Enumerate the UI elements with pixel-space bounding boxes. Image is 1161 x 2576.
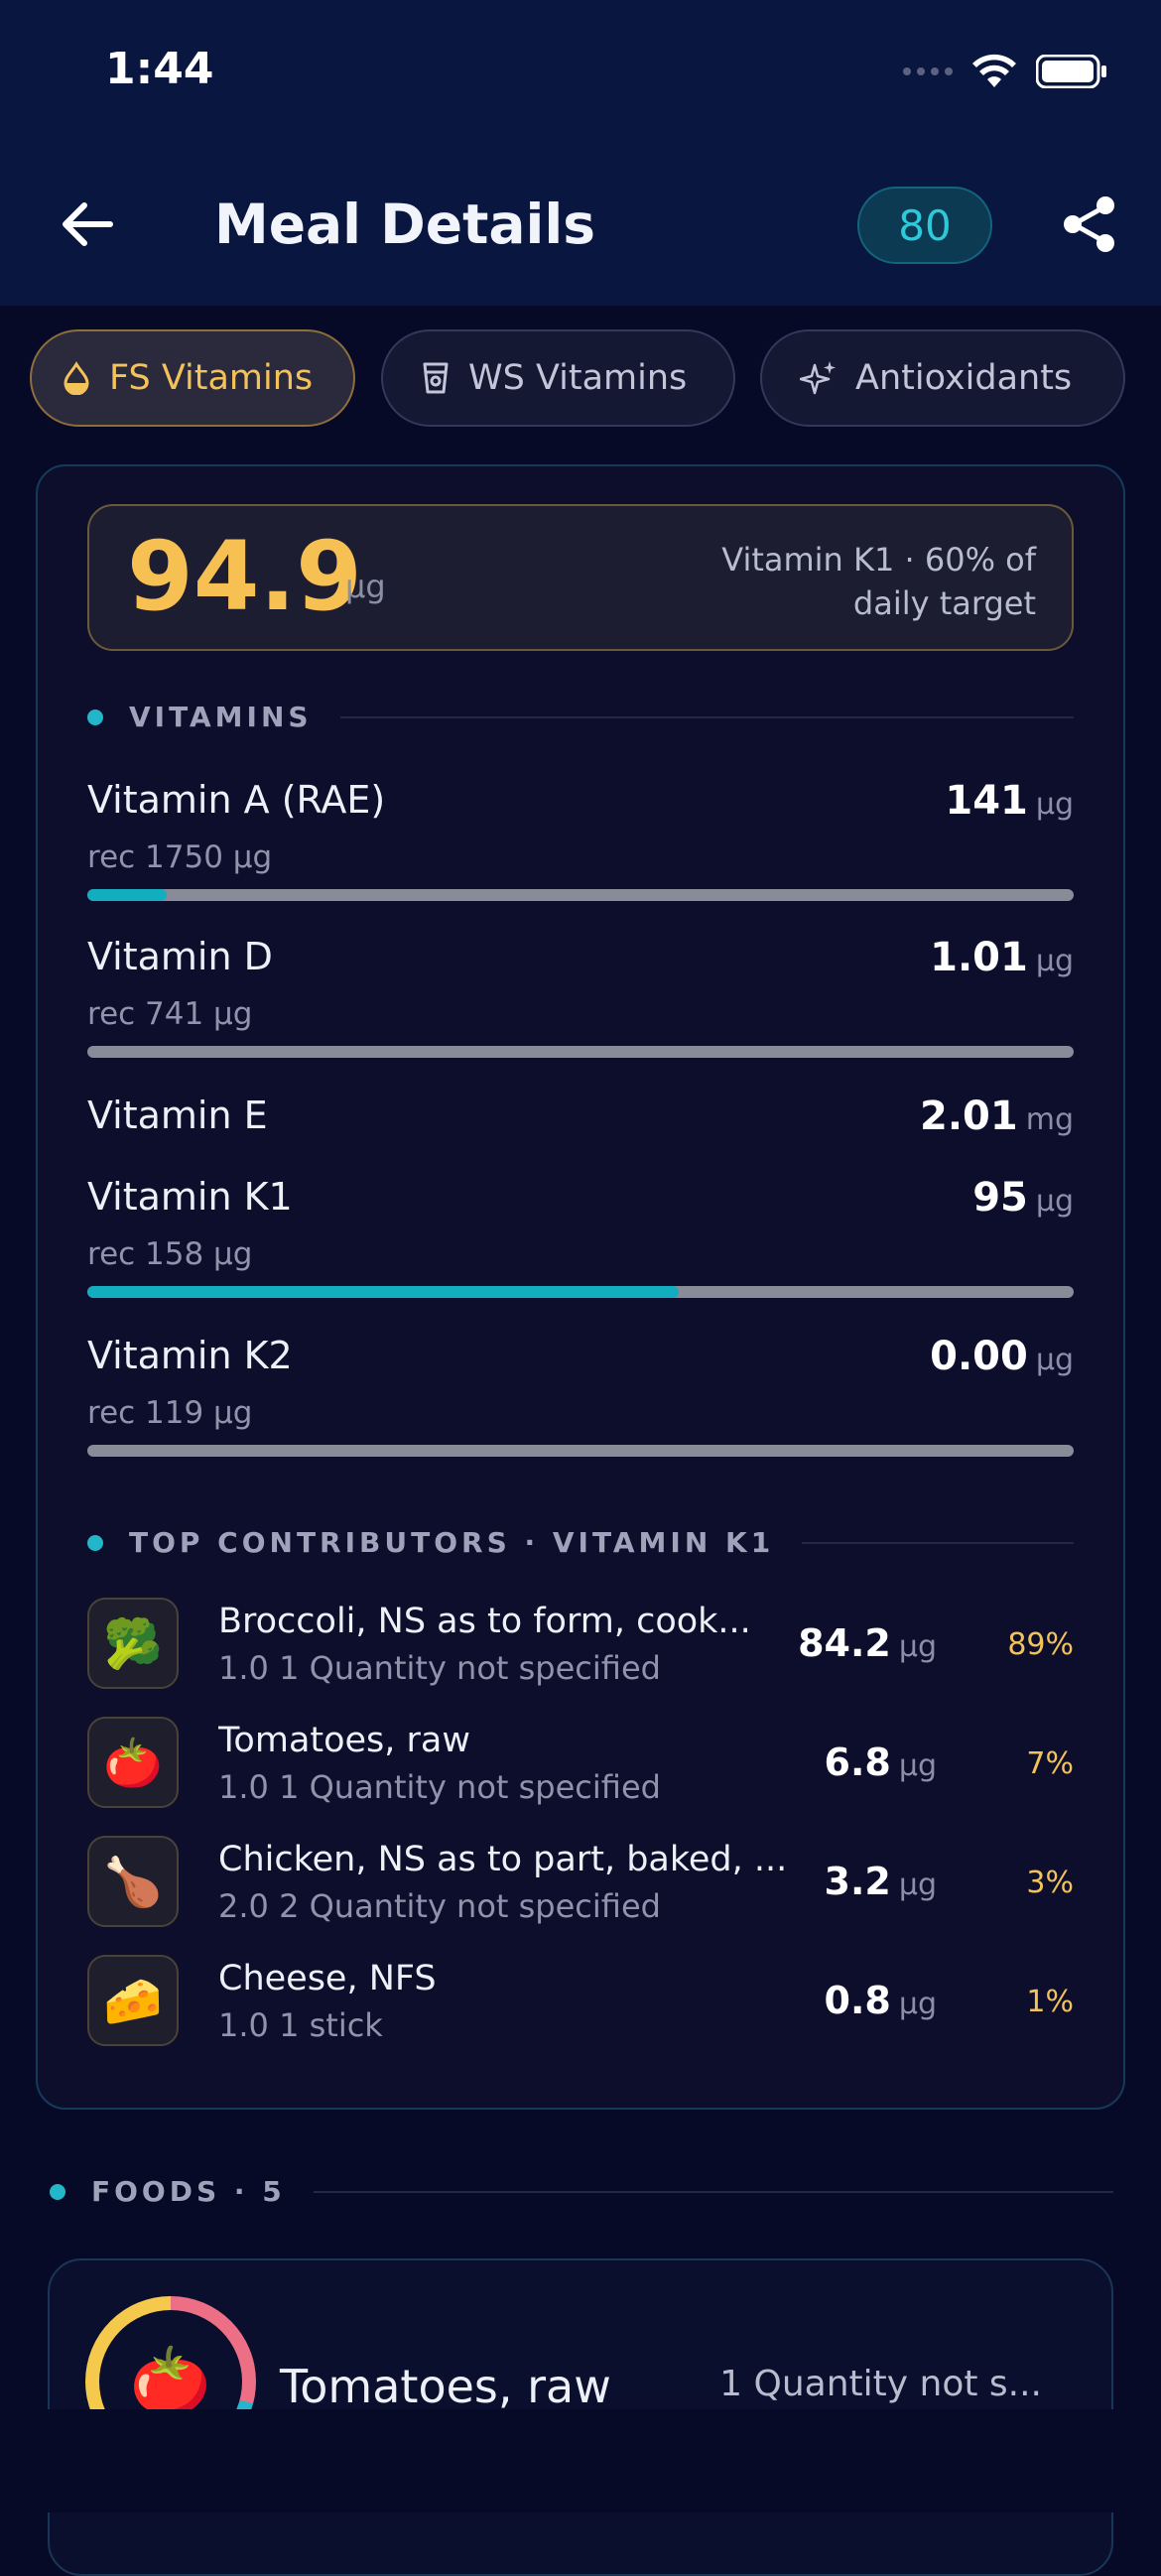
summary-unit: µg xyxy=(345,568,386,605)
section-rule xyxy=(802,1541,1074,1544)
contributor-name: Cheese, NFS xyxy=(218,1959,437,1998)
vitamin-progress-bar xyxy=(87,1286,1074,1298)
vitamin-rec: rec 741 µg xyxy=(87,996,253,1032)
wifi-icon xyxy=(972,54,1016,87)
vitamin-name: Vitamin K2 xyxy=(87,1334,293,1377)
foods-section-header: FOODS · 5 xyxy=(50,2175,1113,2208)
tomato-icon: 🍅 xyxy=(87,1717,179,1808)
vitamin-rec: rec 158 µg xyxy=(87,1236,253,1272)
tab-fs-vitamins[interactable]: FS Vitamins xyxy=(30,329,355,427)
vitamin-progress-bar xyxy=(87,1445,1074,1457)
chicken-leg-icon: 🍗 xyxy=(87,1836,179,1927)
drop-icon xyxy=(64,361,89,395)
vitamin-value: 95 µg xyxy=(972,1175,1074,1221)
tab-ws-vitamins[interactable]: WS Vitamins xyxy=(381,329,735,427)
section-title: FOODS · 5 xyxy=(91,2175,286,2208)
sparkle-icon xyxy=(800,361,836,395)
share-button[interactable] xyxy=(1054,189,1125,260)
section-rule xyxy=(313,2190,1113,2193)
vitamin-value: 0.00 µg xyxy=(930,1334,1074,1379)
cheese-icon: 🧀 xyxy=(87,1955,179,2046)
contributor-percent: 89% xyxy=(1007,1627,1074,1662)
section-dot xyxy=(87,1534,103,1551)
vitamin-progress-bar xyxy=(87,1046,1074,1058)
vitamin-name: Vitamin D xyxy=(87,935,273,978)
status-time: 1:44 xyxy=(105,44,214,94)
vitamin-value: 1.01 µg xyxy=(930,935,1074,980)
cup-icon xyxy=(423,362,449,394)
section-rule xyxy=(339,715,1074,718)
bottom-bar-background xyxy=(0,2409,1161,2512)
contributor-name: Broccoli, NS as to form, cook... xyxy=(218,1602,751,1641)
summary-value: 94.9 xyxy=(127,521,362,632)
progress-fill xyxy=(87,1286,680,1298)
vitamin-rec: rec 119 µg xyxy=(87,1395,253,1431)
vitamin-progress-bar xyxy=(87,889,1074,901)
meal-score-badge[interactable]: 80 xyxy=(857,187,992,264)
contributor-quantity: 1.0 1 Quantity not specified xyxy=(218,1768,661,1806)
back-button[interactable] xyxy=(52,189,123,260)
battery-icon xyxy=(1036,55,1106,88)
vitamin-name: Vitamin E xyxy=(87,1094,268,1137)
contributor-percent: 1% xyxy=(1026,1985,1074,2019)
summary-note: Vitamin K1 · 60% of daily target xyxy=(721,541,1036,622)
contributor-amount: 6.8 µg xyxy=(824,1740,937,1784)
section-title: VITAMINS xyxy=(129,701,313,733)
cellular-signal-icon xyxy=(903,67,953,75)
tab-label: Antioxidants xyxy=(855,358,1073,398)
tab-antioxidants[interactable]: Antioxidants xyxy=(760,329,1125,427)
status-icons xyxy=(903,54,1107,89)
progress-fill xyxy=(87,889,167,901)
vitamin-rec: rec 1750 µg xyxy=(87,839,273,875)
contributor-amount: 3.2 µg xyxy=(824,1860,937,1903)
contributor-amount: 0.8 µg xyxy=(824,1979,937,2022)
contributor-amount: 84.2 µg xyxy=(798,1621,937,1665)
contributor-name: Tomatoes, raw xyxy=(218,1721,471,1760)
contributor-quantity: 1.0 1 Quantity not specified xyxy=(218,1649,661,1687)
contributor-percent: 7% xyxy=(1026,1746,1074,1781)
food-quantity: 1 Quantity not s... xyxy=(719,2364,1042,2404)
share-icon xyxy=(1064,196,1114,252)
summary-box: 94.9 µg Vitamin K1 · 60% of daily target xyxy=(87,504,1074,651)
vitamin-name: Vitamin A (RAE) xyxy=(87,778,386,822)
vitamin-name: Vitamin K1 xyxy=(87,1175,293,1219)
vitamin-value: 2.01 mg xyxy=(920,1094,1074,1139)
tab-label: WS Vitamins xyxy=(468,358,688,398)
food-name: Tomatoes, raw xyxy=(280,2360,611,2413)
section-title: TOP CONTRIBUTORS · VITAMIN K1 xyxy=(129,1526,775,1559)
contributor-quantity: 2.0 2 Quantity not specified xyxy=(218,1887,661,1925)
vitamins-section-header: VITAMINS xyxy=(87,701,1074,733)
arrow-left-icon xyxy=(63,202,113,246)
tab-label: FS Vitamins xyxy=(109,358,314,398)
contributors-section-header: TOP CONTRIBUTORS · VITAMIN K1 xyxy=(87,1526,1074,1559)
vitamin-value: 141 µg xyxy=(945,778,1074,824)
section-dot xyxy=(50,2183,65,2200)
page-title: Meal Details xyxy=(214,193,595,256)
contributor-quantity: 1.0 1 stick xyxy=(218,2006,383,2044)
contributor-percent: 3% xyxy=(1026,1866,1074,1900)
section-dot xyxy=(87,708,103,725)
contributor-name: Chicken, NS as to part, baked, ... xyxy=(218,1840,788,1879)
broccoli-icon: 🥦 xyxy=(87,1598,179,1689)
